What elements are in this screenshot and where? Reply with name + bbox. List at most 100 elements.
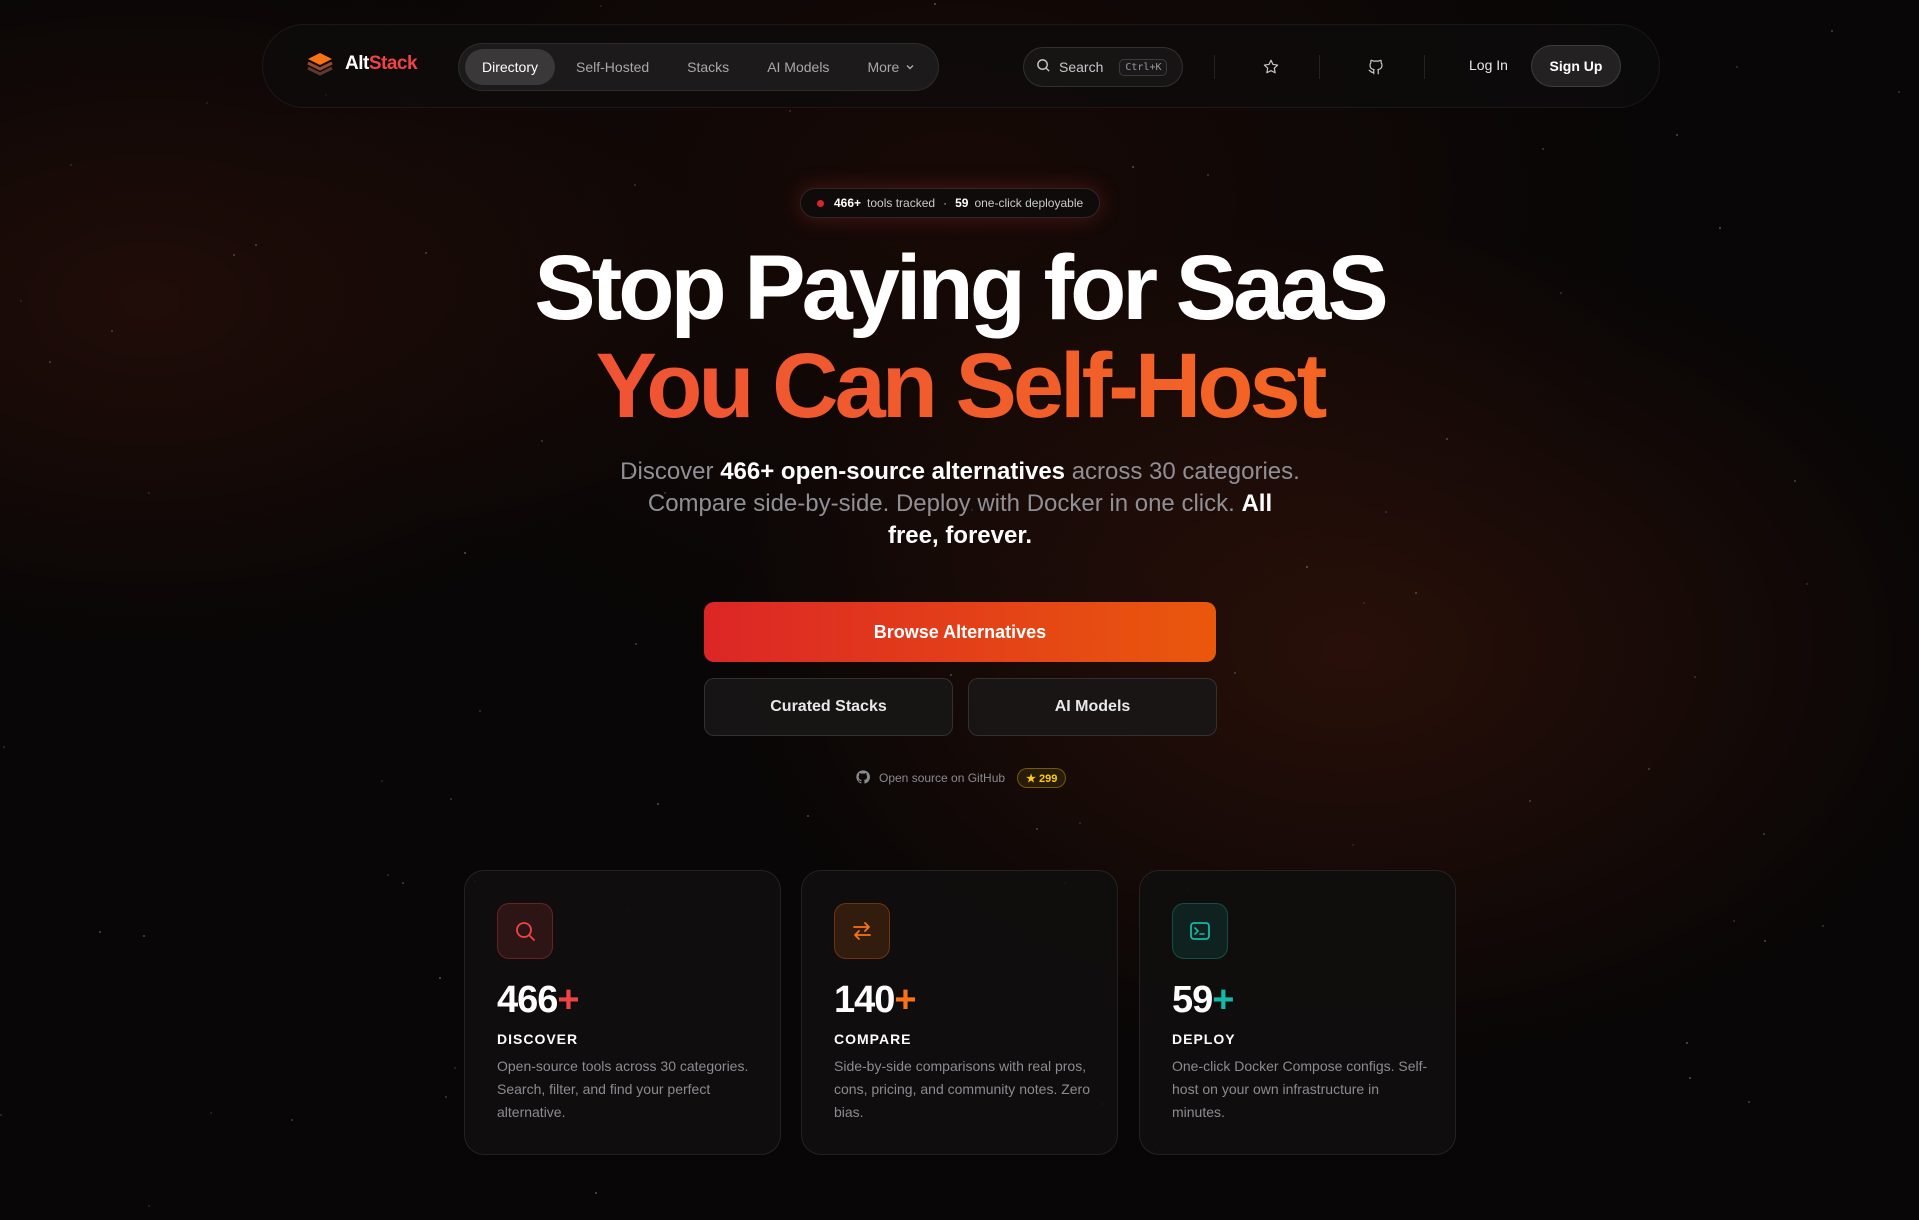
- hero-title: Stop Paying for SaaS: [534, 237, 1388, 339]
- feature-description: Side-by-side comparisons with real pros,…: [834, 1058, 1091, 1120]
- chevron-down-icon: [905, 59, 915, 75]
- star-dot: [1806, 583, 1808, 585]
- star-dot: [439, 977, 441, 979]
- star-dot: [1207, 174, 1209, 176]
- star-dot: [789, 110, 791, 112]
- star-dot: [1306, 566, 1308, 568]
- star-dot: [402, 882, 404, 884]
- star-dot: [70, 164, 72, 166]
- star-dot: [600, 5, 602, 7]
- star-dot: [479, 710, 481, 712]
- curated-stacks-button[interactable]: Curated Stacks: [704, 678, 953, 736]
- search-button[interactable]: Search Ctrl+K: [1023, 47, 1183, 87]
- star-dot: [1831, 30, 1833, 32]
- star-dot: [635, 643, 637, 645]
- feature-description: Open-source tools across 30 categories. …: [497, 1058, 749, 1120]
- browse-alternatives-button[interactable]: Browse Alternatives: [704, 602, 1216, 662]
- search-icon: [497, 903, 553, 959]
- feature-card-compare: 140+ COMPARE Side-by-side comparisons wi…: [801, 870, 1118, 1155]
- feature-description: One-click Docker Compose configs. Self-h…: [1172, 1058, 1428, 1120]
- nav-divider: [1424, 55, 1425, 79]
- star-dot: [1352, 844, 1354, 846]
- github-icon[interactable]: [1363, 54, 1389, 80]
- feature-label: DISCOVER: [497, 1031, 579, 1047]
- star-dot: [595, 1192, 597, 1194]
- star-dot: [1719, 227, 1721, 229]
- star-dot: [1036, 828, 1038, 830]
- star-dot: [387, 874, 389, 876]
- star-dot: [950, 674, 952, 676]
- nav-item-stacks[interactable]: Stacks: [670, 49, 746, 85]
- badge-count: 466+: [834, 196, 862, 210]
- star-dot: [1748, 1101, 1750, 1103]
- badge-deploy-suffix: one-click deployable: [974, 196, 1084, 210]
- star-dot: [541, 440, 543, 442]
- star-dot: [1676, 134, 1678, 136]
- star-dot: [99, 931, 101, 933]
- nav-divider: [1319, 55, 1320, 79]
- stats-badge: 466+ tools tracked · 59 one-click deploy…: [800, 188, 1101, 218]
- star-dot: [1694, 676, 1696, 678]
- top-navbar: AltStack Directory Self-Hosted Stacks AI…: [262, 24, 1660, 108]
- star-dot: [657, 803, 659, 805]
- star-dot: [1764, 940, 1766, 942]
- badge-deploy: 59: [955, 196, 969, 210]
- feature-label: DEPLOY: [1172, 1031, 1236, 1047]
- star-dot: [148, 492, 150, 494]
- feature-number: 466+: [497, 979, 580, 1021]
- nav-item-directory[interactable]: Directory: [465, 49, 556, 85]
- nav-item-more[interactable]: More: [850, 49, 932, 85]
- star-dot: [1132, 166, 1134, 168]
- github-stars-badge: ★ 299: [1017, 768, 1067, 788]
- logo[interactable]: AltStack: [305, 49, 418, 79]
- star-dot: [445, 1096, 447, 1098]
- star-dot: [1385, 511, 1387, 513]
- status-dot: [817, 199, 824, 207]
- ai-models-button[interactable]: AI Models: [968, 678, 1217, 736]
- hero-title-accent: You Can Self-Host: [0, 336, 1919, 436]
- terminal-icon: [1172, 903, 1228, 959]
- signup-button[interactable]: Sign Up: [1531, 45, 1621, 87]
- nav-item-more-label: More: [867, 59, 900, 75]
- feature-card-discover: 466+ DISCOVER Open-source tools across 3…: [464, 870, 781, 1155]
- search-label: Search: [1059, 59, 1104, 75]
- github-link[interactable]: Open source on GitHub ★ 299: [855, 768, 1067, 788]
- star-icon[interactable]: [1258, 54, 1284, 80]
- star-dot: [1898, 91, 1900, 93]
- star-dot: [206, 102, 208, 104]
- badge-count-suffix: tools tracked: [867, 196, 936, 210]
- star-dot: [3, 746, 5, 748]
- star-dot: [210, 1112, 212, 1114]
- star-dot: [1736, 66, 1738, 68]
- star-dot: [1763, 833, 1765, 835]
- star-dot: [454, 1067, 456, 1069]
- star-dot: [1529, 800, 1531, 802]
- star-dot: [1794, 480, 1796, 482]
- star-dot: [807, 815, 809, 817]
- nav-item-self-hosted[interactable]: Self-Hosted: [559, 49, 666, 85]
- star-dot: [1733, 920, 1735, 922]
- nav-divider: [1214, 55, 1215, 79]
- star-dot: [464, 552, 466, 554]
- logo-text: AltStack: [345, 53, 418, 74]
- nav-item-ai-models[interactable]: AI Models: [750, 49, 846, 85]
- star-dot: [1686, 1042, 1688, 1044]
- star-dot: [0, 1114, 2, 1116]
- feature-number: 140+: [834, 979, 917, 1021]
- star-dot: [1689, 1077, 1691, 1079]
- star-dot: [381, 780, 383, 782]
- github-icon: [855, 769, 871, 788]
- star-dot: [1822, 925, 1824, 927]
- login-link[interactable]: Log In: [1469, 57, 1508, 73]
- star-dot: [1446, 438, 1448, 440]
- hero-subtitle: Discover 466+ open-source alternatives a…: [620, 458, 1300, 549]
- star-dot: [143, 935, 145, 937]
- star-dot: [1079, 822, 1081, 824]
- star-dot: [450, 798, 452, 800]
- feature-card-deploy: 59+ DEPLOY One-click Docker Compose conf…: [1139, 870, 1456, 1155]
- arrows-swap-icon: [834, 903, 890, 959]
- feature-number: 59+: [1172, 979, 1234, 1021]
- nav-tabs: Directory Self-Hosted Stacks AI Models M…: [458, 43, 940, 91]
- star-dot: [934, 3, 936, 5]
- star-dot: [1648, 768, 1650, 770]
